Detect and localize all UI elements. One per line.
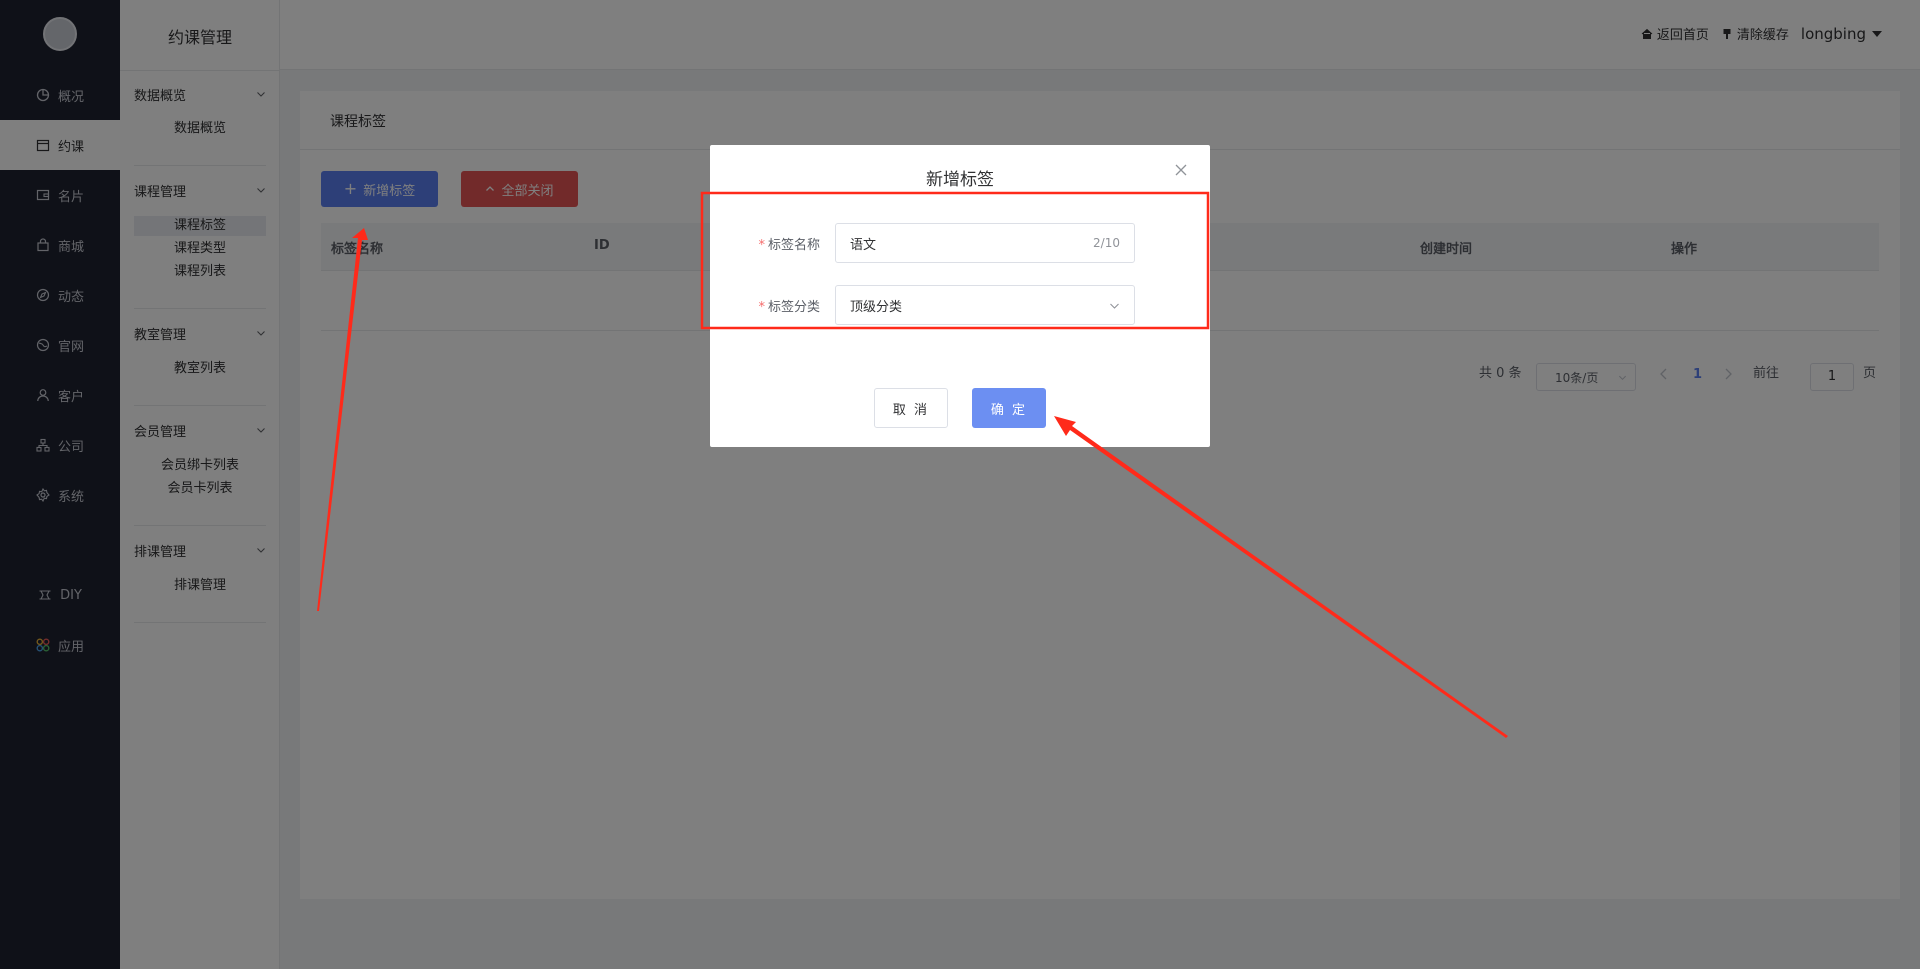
cancel-button[interactable]: 取 消 <box>874 388 948 428</box>
tag-category-value: 顶级分类 <box>850 299 903 315</box>
tag-name-label-text: 标签名称 <box>767 238 820 253</box>
tag-category-label: * 标签分类 <box>730 296 820 315</box>
tag-category-label-text: 标签分类 <box>767 300 820 315</box>
tag-category-select[interactable]: 顶级分类 <box>835 285 1135 325</box>
dialog-title: 新增标签 <box>926 170 994 190</box>
required-mark: * <box>758 238 765 253</box>
required-mark: * <box>758 300 765 315</box>
tag-name-value: 语文 <box>850 237 877 253</box>
tag-name-input[interactable]: 语文 2/10 <box>835 223 1135 263</box>
close-icon[interactable] <box>1174 163 1188 177</box>
chevron-down-icon <box>1110 303 1119 309</box>
confirm-button[interactable]: 确 定 <box>972 388 1046 428</box>
char-count: 2/10 <box>1093 236 1120 250</box>
tag-name-label: * 标签名称 <box>730 234 820 253</box>
add-tag-dialog: 新增标签 * 标签名称 语文 2/10 * 标签分类 顶级分类 取 消 确 定 <box>710 145 1210 447</box>
